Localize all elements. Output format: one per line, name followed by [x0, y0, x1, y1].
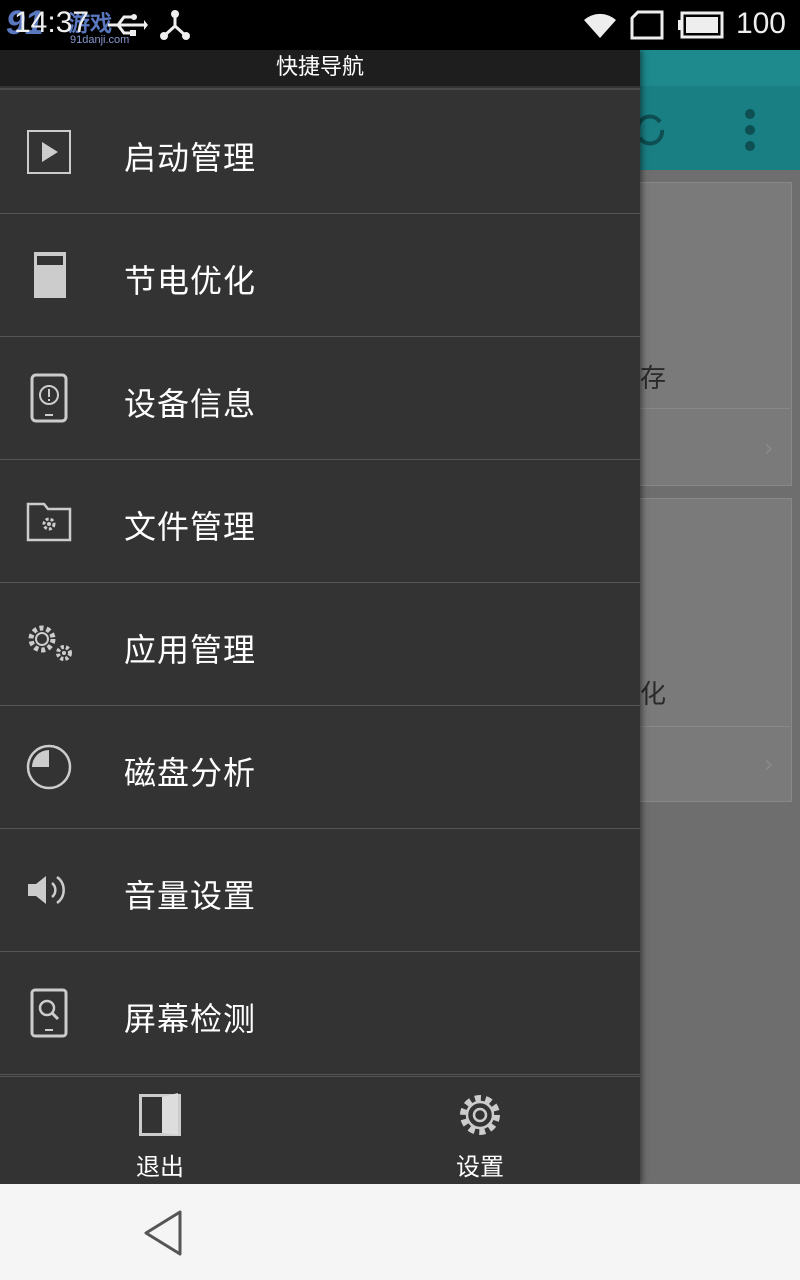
- system-nav-bar: [0, 1184, 800, 1280]
- screen-search-icon: [22, 988, 76, 1038]
- menu-item-label: 文件管理: [124, 508, 257, 546]
- menu-item-file-manager[interactable]: 文件管理: [0, 460, 640, 583]
- gears-icon: [22, 619, 76, 669]
- exit-icon: [136, 1091, 184, 1139]
- share-icon: [158, 8, 192, 46]
- background-card-1-text: 存: [640, 364, 667, 394]
- sim-icon: [630, 10, 666, 44]
- battery-icon: [678, 10, 724, 44]
- menu-item-screen-test[interactable]: 屏幕检测: [0, 952, 640, 1075]
- menu-item-label: 应用管理: [124, 631, 257, 669]
- menu-item-disk-analysis[interactable]: 磁盘分析: [0, 706, 640, 829]
- menu-item-power-saving[interactable]: 节电优化: [0, 214, 640, 337]
- menu-item-label: 音量设置: [124, 877, 257, 915]
- play-icon: [22, 127, 76, 177]
- chevron-right-icon: ›: [764, 750, 774, 778]
- drawer-footer: 退出 设置: [0, 1076, 640, 1185]
- usb-icon: [104, 8, 148, 46]
- pie-chart-icon: [22, 742, 76, 792]
- menu-item-startup-manager[interactable]: 启动管理: [0, 91, 640, 214]
- status-time: 14:37: [14, 6, 90, 39]
- exit-button[interactable]: 退出: [0, 1077, 320, 1185]
- menu-item-label: 设备信息: [124, 385, 257, 423]
- exit-label: 退出: [136, 1153, 184, 1181]
- folder-gear-icon: [22, 496, 76, 546]
- menu-item-label: 磁盘分析: [124, 754, 257, 792]
- menu-item-label: 节电优化: [124, 262, 257, 300]
- back-button[interactable]: [140, 1208, 186, 1258]
- menu-item-volume-settings[interactable]: 音量设置: [0, 829, 640, 952]
- menu-item-label: 屏幕检测: [124, 1000, 257, 1038]
- menu-item-app-manager[interactable]: 应用管理: [0, 583, 640, 706]
- drawer-menu: 启动管理 节电优化 设备信息 文件管理 应用管理 磁盘分析 音量设置 屏幕检测: [0, 91, 640, 1075]
- battery-icon: [22, 250, 76, 300]
- status-bar: 91 游戏 91danji.com 14:37 100: [0, 0, 800, 50]
- chevron-right-icon: ›: [764, 434, 774, 462]
- gear-icon: [456, 1091, 504, 1139]
- wifi-icon: [582, 10, 618, 44]
- menu-item-label: 启动管理: [124, 139, 257, 177]
- more-icon: [742, 108, 758, 156]
- settings-label: 设置: [456, 1153, 504, 1181]
- settings-button[interactable]: 设置: [320, 1077, 640, 1185]
- device-info-icon: [22, 373, 76, 423]
- drawer-divider: [0, 88, 640, 90]
- background-card-2-text: 化: [640, 680, 667, 710]
- speaker-icon: [22, 865, 76, 915]
- navigation-drawer: 快捷导航 启动管理 节电优化 设备信息 文件管理 应用管理 磁盘分析 音量设置 …: [0, 50, 640, 1185]
- battery-level: 100: [735, 7, 786, 40]
- drawer-title: 快捷导航: [0, 50, 640, 86]
- menu-item-device-info[interactable]: 设备信息: [0, 337, 640, 460]
